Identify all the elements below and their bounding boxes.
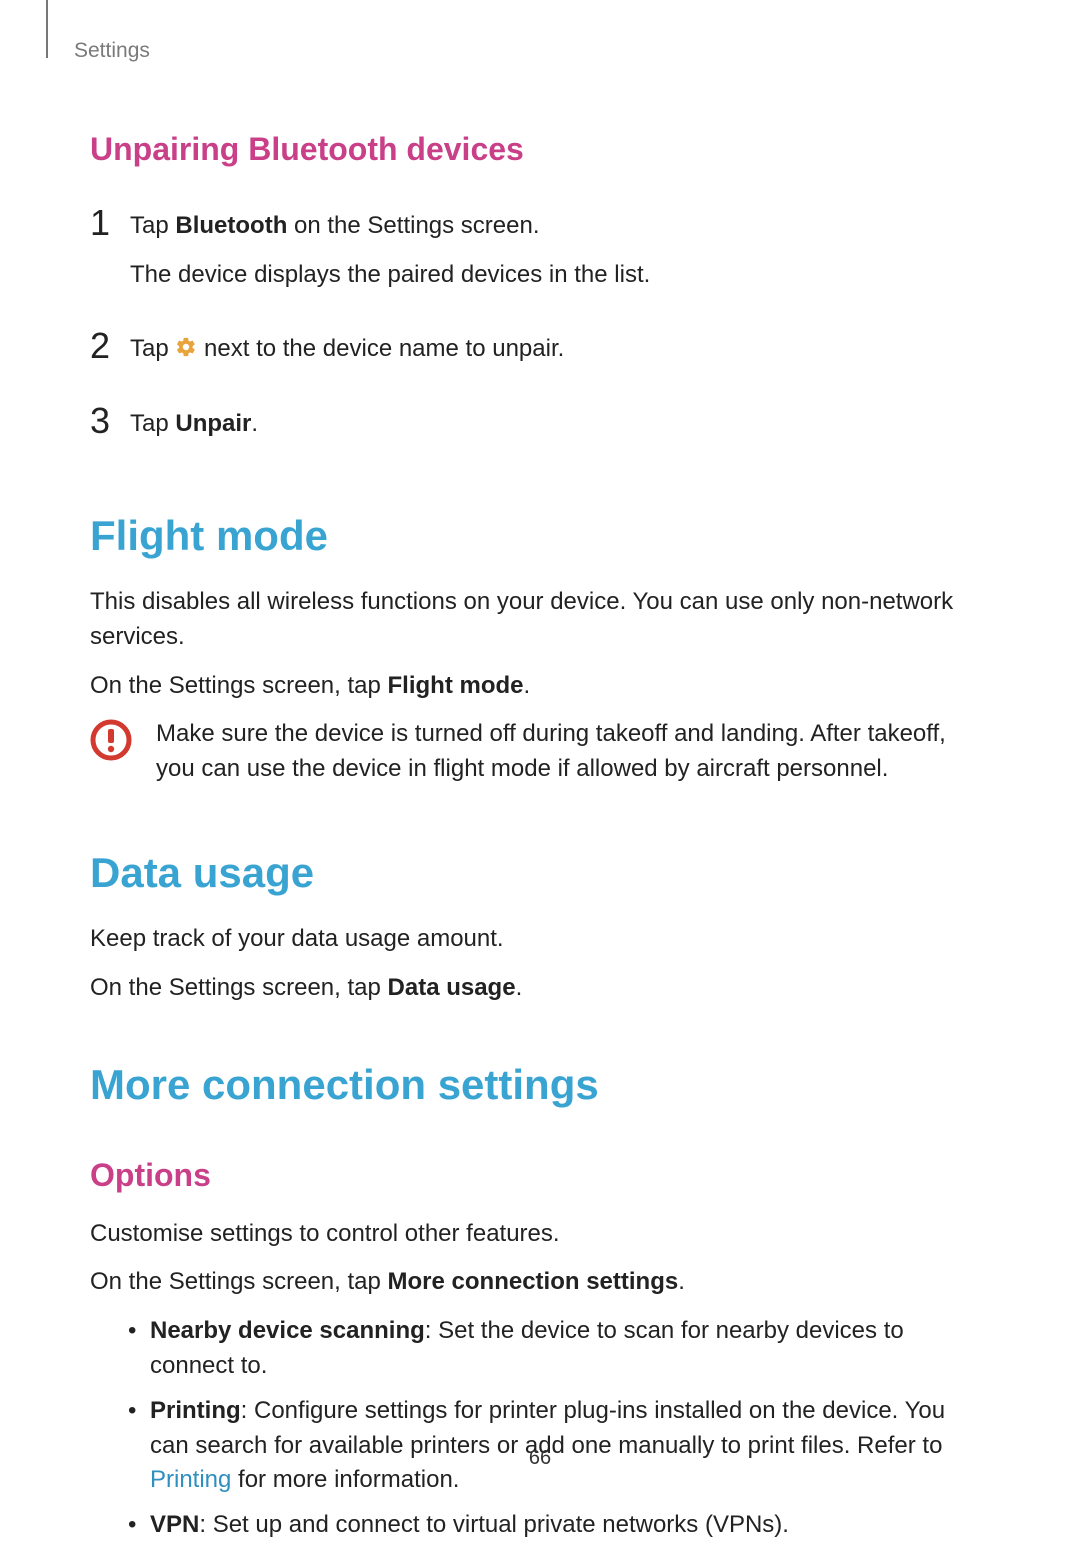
bold-text: Unpair [175, 410, 251, 437]
list-item: VPN: Set up and connect to virtual priva… [128, 1508, 990, 1543]
step-line: Tap next to the device name to unpair. [130, 332, 990, 367]
step-1: 1 Tap Bluetooth on the Settings screen. … [90, 203, 990, 307]
text: Tap [130, 410, 175, 437]
bold-text: Printing [150, 1397, 241, 1424]
bold-text: More connection settings [388, 1268, 679, 1295]
step-number: 1 [90, 203, 130, 241]
page-number: 66 [0, 1444, 1080, 1473]
text: next to the device name to unpair. [197, 335, 564, 362]
step-2: 2 Tap next to the device name to unpair. [90, 326, 990, 381]
step-line: The device displays the paired devices i… [130, 258, 990, 293]
step-line: Tap Unpair. [130, 407, 990, 442]
heading-more-connection: More connection settings [90, 1055, 990, 1116]
step-body: Tap next to the device name to unpair. [130, 326, 990, 381]
step-3: 3 Tap Unpair. [90, 401, 990, 456]
text: . [516, 974, 523, 1001]
bold-text: Nearby device scanning [150, 1317, 425, 1344]
breadcrumb: Settings [74, 36, 990, 66]
text: on the Settings screen. [287, 212, 539, 239]
section-flight-mode: Flight mode This disables all wireless f… [90, 506, 990, 787]
paragraph: On the Settings screen, tap More connect… [90, 1265, 990, 1300]
step-number: 3 [90, 401, 130, 439]
text: Tap [130, 212, 175, 239]
list-item: Nearby device scanning: Set the device t… [128, 1314, 990, 1384]
heading-unpairing: Unpairing Bluetooth devices [90, 126, 990, 172]
text: On the Settings screen, tap [90, 1268, 388, 1295]
text: . [678, 1268, 685, 1295]
step-body: Tap Unpair. [130, 401, 990, 456]
warning: Make sure the device is turned off durin… [90, 717, 990, 787]
text: On the Settings screen, tap [90, 974, 388, 1001]
bold-text: Flight mode [388, 672, 524, 699]
warning-text: Make sure the device is turned off durin… [156, 717, 990, 787]
text: Tap [130, 335, 175, 362]
heading-options: Options [90, 1152, 990, 1198]
step-line: Tap Bluetooth on the Settings screen. [130, 209, 990, 244]
section-data-usage: Data usage Keep track of your data usage… [90, 843, 990, 1005]
warning-icon [90, 719, 132, 761]
paragraph: Keep track of your data usage amount. [90, 922, 990, 957]
heading-flight-mode: Flight mode [90, 506, 990, 567]
bullet-list: Nearby device scanning: Set the device t… [90, 1314, 990, 1543]
text: . [524, 672, 531, 699]
paragraph: On the Settings screen, tap Flight mode. [90, 669, 990, 704]
bold-text: Bluetooth [175, 212, 287, 239]
step-number: 2 [90, 326, 130, 364]
paragraph: This disables all wireless functions on … [90, 585, 990, 655]
text: : Set up and connect to virtual private … [199, 1511, 789, 1538]
bold-text: Data usage [388, 974, 516, 1001]
text: . [251, 410, 258, 437]
page: Settings Unpairing Bluetooth devices 1 T… [0, 0, 1080, 1527]
gear-icon [175, 336, 197, 358]
step-body: Tap Bluetooth on the Settings screen. Th… [130, 203, 990, 307]
header-rule [46, 0, 48, 58]
text: On the Settings screen, tap [90, 672, 388, 699]
paragraph: Customise settings to control other feat… [90, 1217, 990, 1252]
heading-data-usage: Data usage [90, 843, 990, 904]
bold-text: VPN [150, 1511, 199, 1538]
paragraph: On the Settings screen, tap Data usage. [90, 971, 990, 1006]
unpair-steps: 1 Tap Bluetooth on the Settings screen. … [90, 203, 990, 456]
